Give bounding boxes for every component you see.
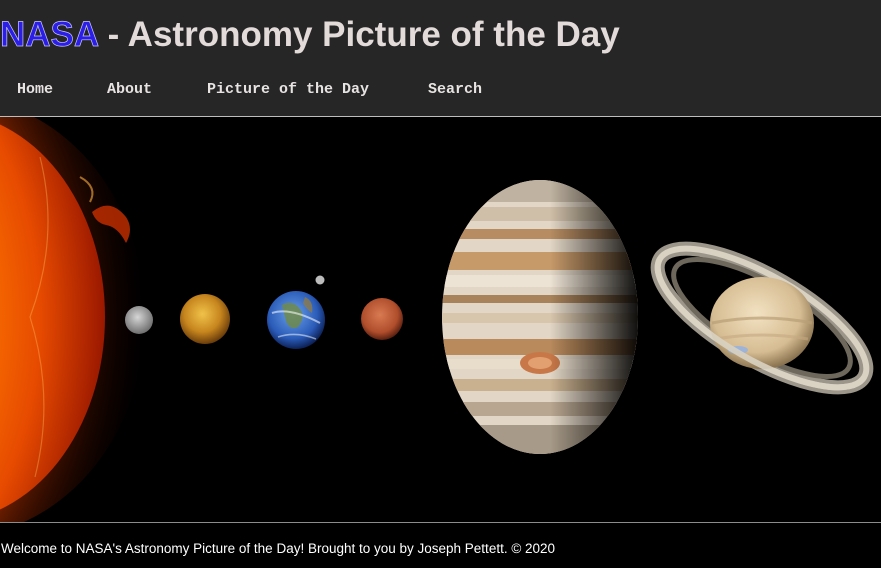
solar-system-image <box>0 117 881 522</box>
nav-about-link[interactable]: About <box>107 79 152 101</box>
earth-graphic <box>267 291 325 349</box>
page: NASA - Astronomy Picture of the Day Home… <box>0 0 881 568</box>
footer-text: Welcome to NASA's Astronomy Picture of t… <box>1 541 556 556</box>
nav-home-link[interactable]: Home <box>17 79 53 101</box>
site-header: NASA - Astronomy Picture of the Day Home… <box>0 0 881 117</box>
venus-graphic <box>180 294 230 344</box>
nav-picture-of-the-day-link[interactable]: Picture of the Day <box>207 79 369 101</box>
mercury-graphic <box>125 306 153 334</box>
nasa-brand-link[interactable]: NASA <box>0 15 98 55</box>
title-text: - Astronomy Picture of the Day <box>97 15 620 54</box>
jupiter-graphic <box>442 180 638 454</box>
mars-graphic <box>361 298 403 340</box>
page-title: NASA - Astronomy Picture of the Day <box>0 14 620 56</box>
site-footer: Welcome to NASA's Astronomy Picture of t… <box>0 522 881 568</box>
moon-graphic <box>315 275 325 285</box>
saturn-graphic <box>650 241 874 395</box>
sun-graphic <box>0 117 145 522</box>
main-nav: Home About Picture of the Day Search <box>0 79 881 101</box>
nav-search-link[interactable]: Search <box>428 79 482 101</box>
